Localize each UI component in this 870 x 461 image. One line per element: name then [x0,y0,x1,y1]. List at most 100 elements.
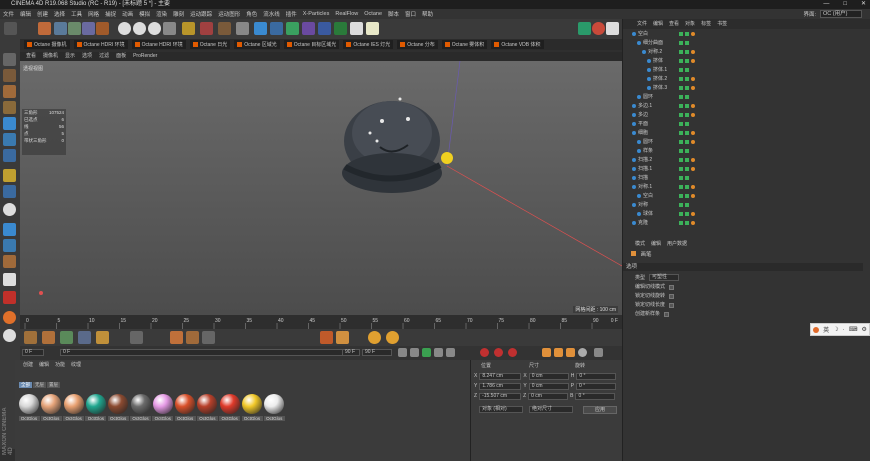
position-field[interactable]: -15.507 cm [479,392,522,400]
rotation-field[interactable]: 0 ° [576,382,617,390]
y-axis-icon[interactable] [133,22,146,35]
material-ball[interactable] [219,394,240,414]
material-label[interactable]: OctGlos [63,416,85,421]
lock-workplane-icon[interactable] [3,223,16,236]
render-check-icon[interactable] [685,104,689,108]
material-label[interactable]: OctGlos [152,416,174,421]
size-mode-dropdown[interactable]: 绝对尺寸 [529,406,573,413]
make-editable-icon[interactable] [3,53,16,66]
object-menu-item[interactable]: 查看 [669,19,679,29]
subdivision-icon[interactable] [286,22,299,35]
material-ball[interactable] [197,394,218,414]
material-menu-item[interactable]: 编辑 [39,360,49,370]
keyframe-icon[interactable] [508,348,517,357]
material-label[interactable]: OctGlos [241,416,263,421]
object-row[interactable]: 对称.1 [623,183,870,192]
object-menu-item[interactable]: 标签 [701,19,711,29]
render-check-icon[interactable] [685,77,689,81]
object-name[interactable]: 扫描.1 [638,165,652,174]
coordinate-system-icon[interactable] [163,22,176,35]
render-check-icon[interactable] [685,59,689,63]
tweak-mode-icon[interactable] [3,185,16,198]
attribute-checkbox[interactable] [664,311,670,317]
render-check-icon[interactable] [685,95,689,99]
object-row[interactable]: 扫描.1 [623,165,870,174]
visibility-check-icon[interactable] [679,212,683,216]
material-menu-item[interactable]: 创建 [23,360,33,370]
octane-logo-icon[interactable] [3,311,16,324]
render-check-icon[interactable] [685,221,689,225]
material-label[interactable]: OctGlos [219,416,241,421]
material-ball[interactable] [175,394,196,414]
octane-tool-2[interactable]: Octane HDRI 环境 [131,40,186,49]
menu-item-1[interactable]: 编辑 [20,10,31,18]
bridge-icon[interactable] [130,331,143,344]
menu-item-8[interactable]: 模拟 [139,10,150,18]
object-row[interactable]: 扫描 [623,174,870,183]
visibility-check-icon[interactable] [679,194,683,198]
object-row[interactable]: 细分曲面 [623,39,870,48]
viewport-menu-item[interactable]: 选项 [82,52,92,61]
visibility-check-icon[interactable] [679,203,683,207]
object-name[interactable]: 多边 [638,111,648,120]
object-name[interactable]: 细分曲面 [643,39,663,48]
object-name[interactable]: 对称 [638,201,648,210]
visibility-check-icon[interactable] [679,95,683,99]
param-key-icon[interactable] [578,348,587,357]
deformer-icon[interactable] [318,22,331,35]
menu-item-5[interactable]: 网格 [88,10,99,18]
object-tag-icon[interactable] [691,185,695,189]
move-icon[interactable] [54,22,67,35]
menu-item-11[interactable]: 运动跟踪 [190,10,212,18]
weld-icon[interactable] [202,331,215,344]
recent-tool-icon[interactable] [96,22,109,35]
ime-keyboard-icon[interactable]: ⌨ [849,326,858,333]
octane-tool-7[interactable]: Octane 分布 [397,40,438,49]
visibility-check-icon[interactable] [679,176,683,180]
object-menu-item[interactable]: 对象 [685,19,695,29]
object-name[interactable]: 空白 [638,30,648,39]
viewport-menu-item[interactable]: 显示 [65,52,75,61]
object-tag-icon[interactable] [691,86,695,90]
material-filter[interactable]: 无层 [33,382,46,388]
object-name[interactable]: 挤体.2 [653,75,667,84]
visibility-check-icon[interactable] [679,158,683,162]
ime-lang[interactable]: 英 [823,325,829,334]
camera-icon[interactable] [350,22,363,35]
render-check-icon[interactable] [685,185,689,189]
material-label[interactable]: OctGlos [196,416,218,421]
attribute-menu-item[interactable]: 用户数据 [667,240,687,247]
display-icon[interactable] [3,273,16,286]
polygons-mode-icon[interactable] [3,149,16,162]
ime-logo-icon[interactable] [813,326,820,333]
object-name[interactable]: 挤体.1 [653,66,667,75]
light-icon[interactable] [366,22,379,35]
c4d-logo-icon[interactable] [3,329,16,342]
menu-item-19[interactable]: 脚本 [388,10,399,18]
octane-download-icon[interactable] [606,22,619,35]
object-tag-icon[interactable] [691,221,695,225]
object-row[interactable]: 挤体.3 [623,84,870,93]
psr-icon[interactable] [3,291,16,304]
menu-item-18[interactable]: Octane [364,11,382,17]
object-name[interactable]: 多边.1 [638,102,652,111]
object-tag-icon[interactable] [691,32,695,36]
object-menu-item[interactable]: 编辑 [653,19,663,29]
render-check-icon[interactable] [685,203,689,207]
menu-item-15[interactable]: 插件 [286,10,297,18]
end-frame[interactable]: 90 F [342,349,360,356]
menu-item-10[interactable]: 雕刻 [173,10,184,18]
object-tag-icon[interactable] [691,77,695,81]
render-check-icon[interactable] [685,194,689,198]
mograph-icon[interactable] [3,255,16,268]
object-name[interactable]: 细胞 [638,129,648,138]
visibility-check-icon[interactable] [679,149,683,153]
snap-icon[interactable] [3,203,16,216]
render-check-icon[interactable] [685,131,689,135]
maximize-button[interactable]: □ [843,0,847,9]
brush-tool-icon[interactable] [24,331,37,344]
attribute-checkbox[interactable] [669,293,675,299]
object-name[interactable]: 对称.2 [648,48,662,57]
octane-tool-6[interactable]: Octane IES 灯光 [343,40,394,49]
render-check-icon[interactable] [685,68,689,72]
